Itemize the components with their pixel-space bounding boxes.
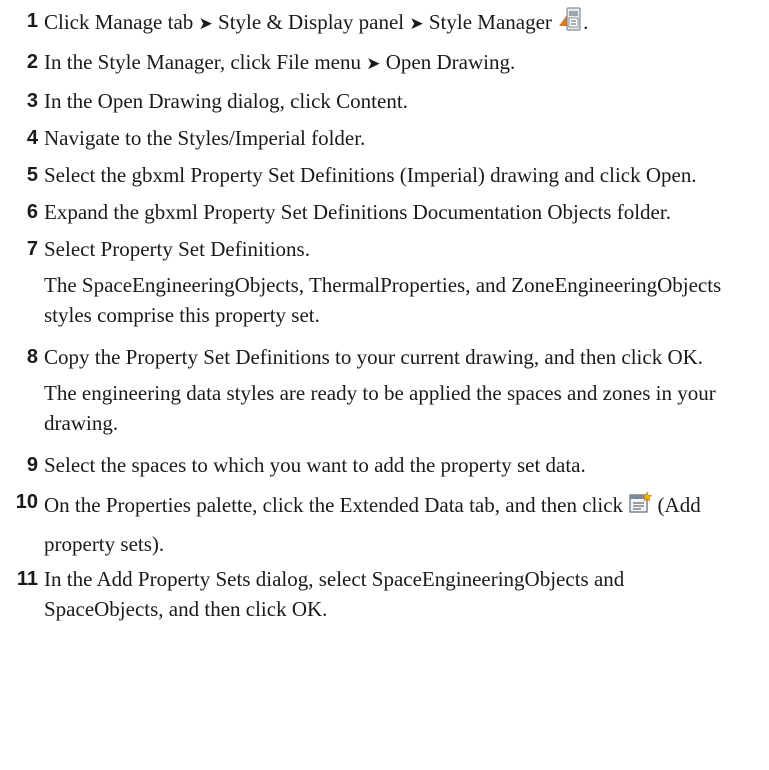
step-7-note: The SpaceEngineeringObjects, ThermalProp… (44, 273, 722, 327)
step-number: 4 (26, 127, 38, 149)
procedure-steps: 1 Click Manage tab ➤ Style & Display pan… (0, 6, 769, 631)
arrow-icon: ➤ (409, 14, 424, 34)
step-number: 3 (26, 90, 38, 112)
step-8: 8 Copy the Property Set Definitions to y… (0, 342, 769, 372)
step-text: Select Property Set Definitions. (44, 237, 310, 261)
arrow-icon: ➤ (198, 14, 213, 34)
style-manager-icon (557, 6, 583, 40)
step-number: 1 (26, 10, 38, 32)
step-text: In the Open Drawing dialog, click Conten… (44, 89, 408, 113)
step-number: 10 (15, 491, 38, 513)
step-9: 9 Select the spaces to which you want to… (0, 450, 769, 480)
arrow-icon: ➤ (366, 54, 381, 74)
step-number: 2 (26, 51, 38, 73)
step-2: 2 In the Style Manager, click File menu … (0, 47, 769, 79)
step-number: 5 (26, 164, 38, 186)
step-3: 3 In the Open Drawing dialog, click Cont… (0, 86, 769, 116)
step-4: 4 Navigate to the Styles/Imperial folder… (0, 123, 769, 153)
step-7: 7 Select Property Set Definitions. (0, 234, 769, 264)
step-text: Select the spaces to which you want to a… (44, 453, 586, 477)
add-property-sets-icon (628, 490, 653, 526)
step-number: 9 (26, 454, 38, 476)
step-text: Expand the gbxml Property Set Definition… (44, 200, 671, 224)
step-text: In the Add Property Sets dialog, select … (44, 567, 625, 621)
step-11: 11 In the Add Property Sets dialog, sele… (0, 564, 769, 624)
step-10: 10 On the Properties palette, click the … (0, 487, 769, 562)
step-number: 11 (16, 568, 38, 590)
step-text: Navigate to the Styles/Imperial folder. (44, 126, 366, 150)
step-number: 6 (26, 201, 38, 223)
step-5: 5 Select the gbxml Property Set Definiti… (0, 160, 769, 190)
step-1: 1 Click Manage tab ➤ Style & Display pan… (0, 6, 769, 40)
step-text: Click Manage tab ➤ Style & Display panel… (44, 6, 769, 40)
step-text: Copy the Property Set Definitions to you… (44, 345, 704, 369)
step-text: Select the gbxml Property Set Definition… (44, 163, 697, 187)
step-6: 6 Expand the gbxml Property Set Definiti… (0, 197, 769, 227)
step-text: On the Properties palette, click the Ext… (44, 487, 769, 562)
step-number: 7 (26, 238, 38, 260)
step-number: 8 (26, 346, 38, 368)
step-8-note: The engineering data styles are ready to… (44, 381, 716, 435)
step-text: In the Style Manager, click File menu ➤ … (44, 50, 516, 74)
